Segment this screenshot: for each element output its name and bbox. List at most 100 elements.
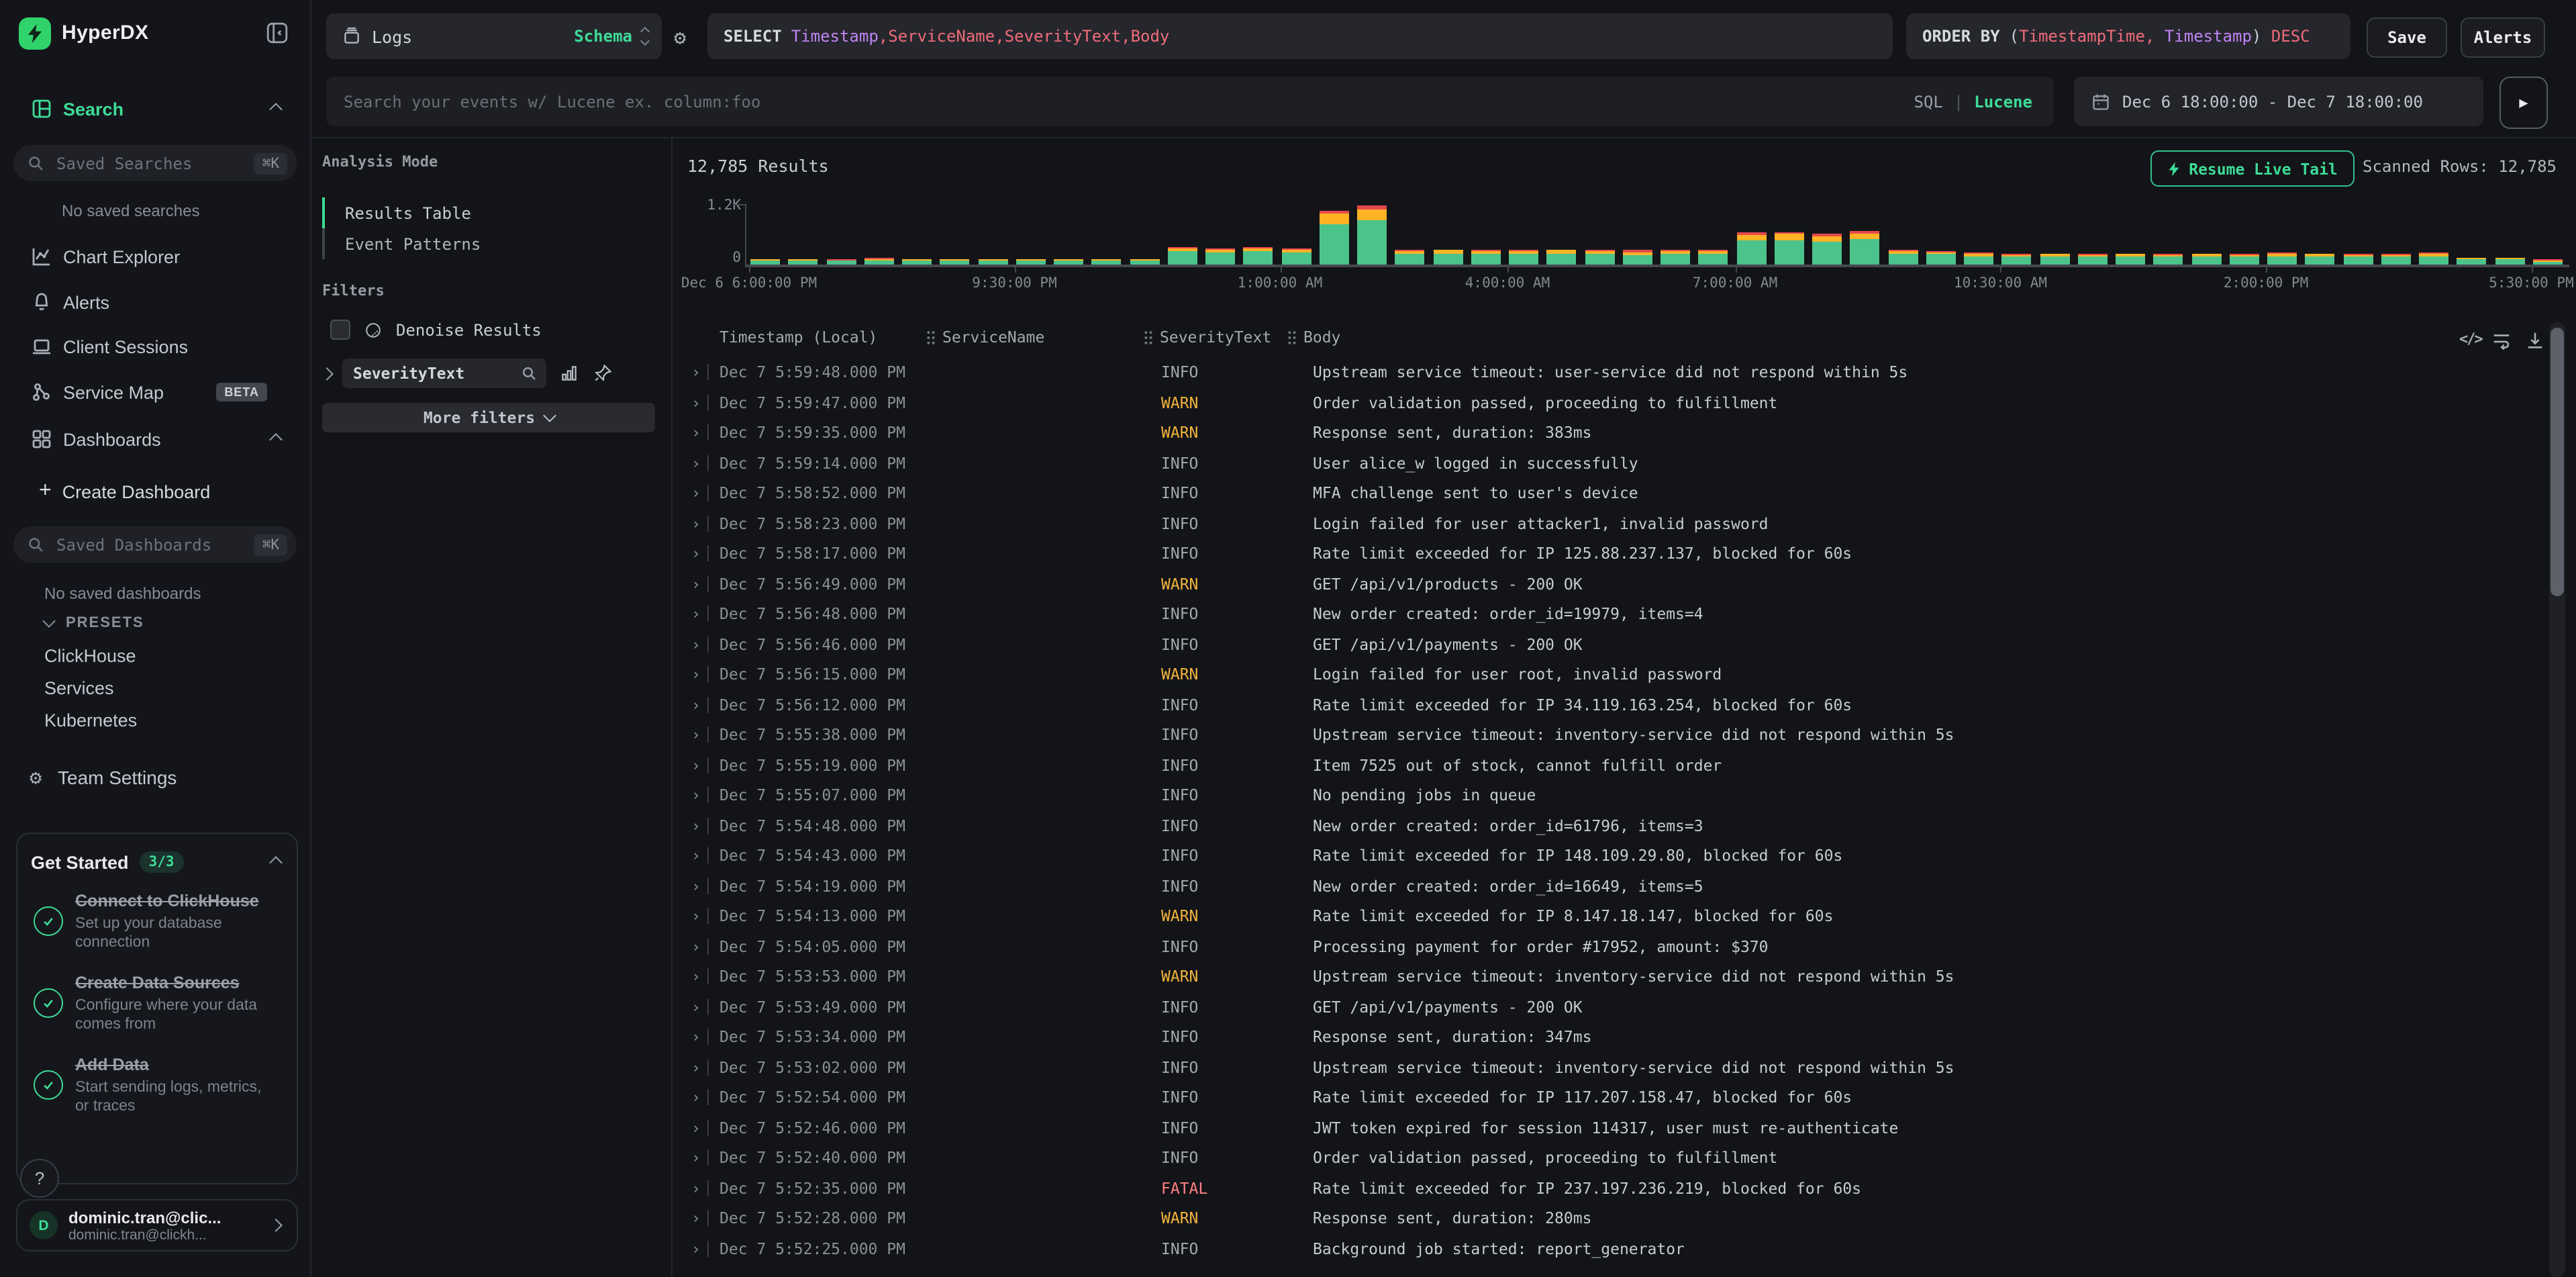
log-row[interactable]: ›Dec 7 5:58:52.000 PMINFOMFA challenge s… xyxy=(671,478,2545,508)
row-expand-chevron-icon[interactable]: › xyxy=(691,725,701,744)
chevron-up-icon[interactable] xyxy=(269,855,283,869)
log-row[interactable]: ›Dec 7 5:52:25.000 PMINFOBackground job … xyxy=(671,1233,2545,1264)
source-settings-gear-icon[interactable]: ⚙ xyxy=(674,26,686,50)
log-row[interactable]: ›Dec 7 5:52:54.000 PMINFORate limit exce… xyxy=(671,1082,2545,1113)
row-expand-chevron-icon[interactable]: › xyxy=(691,755,701,774)
column-header-body[interactable]: Body xyxy=(1287,328,1340,346)
user-menu[interactable]: D dominic.tran@clic... dominic.tran@clic… xyxy=(16,1199,298,1251)
sidebar-item-search[interactable]: Search xyxy=(0,89,310,129)
column-header-severitytext[interactable]: SeverityText xyxy=(1144,328,1271,346)
saved-dashboards-input[interactable]: Saved Dashboards ⌘K xyxy=(13,526,297,563)
log-row[interactable]: ›Dec 7 5:59:47.000 PMWARNOrder validatio… xyxy=(671,387,2545,418)
mode-event-patterns[interactable]: Event Patterns xyxy=(322,228,655,259)
time-range-picker[interactable]: Dec 6 18:00:00 - Dec 7 18:00:00 xyxy=(2074,77,2483,126)
column-header-timestamp-local-[interactable]: Timestamp (Local) xyxy=(720,328,877,346)
preset-dashboard-services[interactable]: Services xyxy=(44,671,137,704)
get-started-item[interactable]: Create Data SourcesConfigure where your … xyxy=(34,971,297,1034)
row-expand-chevron-icon[interactable]: › xyxy=(691,876,701,895)
row-expand-chevron-icon[interactable]: › xyxy=(691,997,701,1016)
row-expand-chevron-icon[interactable]: › xyxy=(691,604,701,623)
row-expand-chevron-icon[interactable]: › xyxy=(691,1088,701,1106)
row-expand-chevron-icon[interactable]: › xyxy=(691,1027,701,1046)
preset-dashboard-kubernetes[interactable]: Kubernetes xyxy=(44,704,137,736)
log-row[interactable]: ›Dec 7 5:53:53.000 PMWARNUpstream servic… xyxy=(671,961,2545,992)
mode-results-table[interactable]: Results Table xyxy=(322,197,655,228)
sql-toggle[interactable]: SQL xyxy=(1914,92,1942,111)
log-row[interactable]: ›Dec 7 5:56:15.000 PMWARNLogin failed fo… xyxy=(671,659,2545,690)
chevron-up-icon[interactable] xyxy=(269,432,283,446)
log-row[interactable]: ›Dec 7 5:55:19.000 PMINFOItem 7525 out o… xyxy=(671,750,2545,780)
log-row[interactable]: ›Dec 7 5:59:48.000 PMINFOUpstream servic… xyxy=(671,357,2545,387)
log-row[interactable]: ›Dec 7 5:55:07.000 PMINFONo pending jobs… xyxy=(671,780,2545,810)
saved-searches-input[interactable]: Saved Searches ⌘K xyxy=(13,145,297,181)
sidebar-collapse-icon[interactable] xyxy=(266,21,289,44)
row-expand-chevron-icon[interactable]: › xyxy=(691,514,701,532)
sidebar-item-client-sessions[interactable]: Client Sessions xyxy=(0,326,310,367)
row-expand-chevron-icon[interactable]: › xyxy=(691,423,701,442)
alerts-button[interactable]: Alerts xyxy=(2461,17,2545,58)
row-expand-chevron-icon[interactable]: › xyxy=(691,906,701,925)
wrap-text-icon[interactable] xyxy=(2491,330,2512,350)
log-row[interactable]: ›Dec 7 5:53:02.000 PMINFOUpstream servic… xyxy=(671,1052,2545,1082)
create-dashboard-button[interactable]: + Create Dashboard xyxy=(0,471,310,512)
lucene-toggle[interactable]: Lucene xyxy=(1974,92,2032,111)
source-select[interactable]: Logs Schema xyxy=(326,13,662,59)
log-row[interactable]: ›Dec 7 5:58:23.000 PMINFOLogin failed fo… xyxy=(671,508,2545,538)
row-expand-chevron-icon[interactable]: › xyxy=(691,1118,701,1137)
row-expand-chevron-icon[interactable]: › xyxy=(691,574,701,593)
row-expand-chevron-icon[interactable]: › xyxy=(691,1148,701,1167)
drag-handle-icon[interactable] xyxy=(1287,330,1297,344)
more-filters-button[interactable]: More filters xyxy=(322,403,655,432)
chart-toggle-icon[interactable] xyxy=(560,364,579,383)
log-row[interactable]: ›Dec 7 5:59:14.000 PMINFOUser alice_w lo… xyxy=(671,448,2545,478)
sidebar-item-alerts[interactable]: Alerts xyxy=(0,282,310,322)
preset-dashboard-clickhouse[interactable]: ClickHouse xyxy=(44,639,137,671)
denoise-checkbox[interactable] xyxy=(330,320,350,340)
presets-group-header[interactable]: PRESETS xyxy=(44,615,144,631)
log-row[interactable]: ›Dec 7 5:54:19.000 PMINFONew order creat… xyxy=(671,871,2545,901)
drag-handle-icon[interactable] xyxy=(926,330,936,344)
resume-live-tail-button[interactable]: Resume Live Tail xyxy=(2150,150,2355,187)
sidebar-item-dashboards[interactable]: Dashboards xyxy=(0,419,310,459)
sidebar-item-team-settings[interactable]: ⚙ Team Settings xyxy=(0,757,310,798)
log-row[interactable]: ›Dec 7 5:54:13.000 PMWARNRate limit exce… xyxy=(671,901,2545,931)
row-expand-chevron-icon[interactable]: › xyxy=(691,967,701,986)
row-expand-chevron-icon[interactable]: › xyxy=(691,1178,701,1197)
run-query-button[interactable]: ▶ xyxy=(2499,77,2548,129)
row-expand-chevron-icon[interactable]: › xyxy=(691,665,701,683)
sidebar-item-service-map[interactable]: Service Map BETA xyxy=(0,372,310,412)
log-row[interactable]: ›Dec 7 5:52:40.000 PMINFOOrder validatio… xyxy=(671,1143,2545,1173)
row-expand-chevron-icon[interactable]: › xyxy=(691,816,701,835)
search-icon[interactable] xyxy=(521,365,537,381)
log-row[interactable]: ›Dec 7 5:52:28.000 PMWARNResponse sent, … xyxy=(671,1203,2545,1233)
log-row[interactable]: ›Dec 7 5:53:49.000 PMINFOGET /api/v1/pay… xyxy=(671,992,2545,1022)
row-expand-chevron-icon[interactable]: › xyxy=(691,786,701,804)
get-started-item[interactable]: Connect to ClickHouseSet up your databas… xyxy=(34,889,297,952)
filter-group-expand-icon[interactable] xyxy=(320,367,334,380)
log-row[interactable]: ›Dec 7 5:52:46.000 PMINFOJWT token expir… xyxy=(671,1113,2545,1143)
help-button[interactable]: ? xyxy=(20,1159,59,1198)
log-row[interactable]: ›Dec 7 5:54:48.000 PMINFONew order creat… xyxy=(671,810,2545,841)
lucene-search-input[interactable]: Search your events w/ Lucene ex. column:… xyxy=(326,77,2054,126)
row-expand-chevron-icon[interactable]: › xyxy=(691,846,701,865)
filter-group-severitytext[interactable]: SeverityText xyxy=(342,359,546,388)
drag-handle-icon[interactable] xyxy=(1144,330,1153,344)
log-row[interactable]: ›Dec 7 5:52:35.000 PMFATALRate limit exc… xyxy=(671,1173,2545,1203)
log-row[interactable]: ›Dec 7 5:59:35.000 PMWARNResponse sent, … xyxy=(671,418,2545,448)
get-started-item[interactable]: Add DataStart sending logs, metrics, or … xyxy=(34,1053,297,1116)
sidebar-item-chart-explorer[interactable]: Chart Explorer xyxy=(0,236,310,277)
log-row[interactable]: ›Dec 7 5:58:17.000 PMINFORate limit exce… xyxy=(671,538,2545,569)
order-by-input[interactable]: ORDER BY (TimestampTime, Timestamp) DESC xyxy=(1906,13,2350,59)
download-icon[interactable] xyxy=(2525,330,2545,350)
row-expand-chevron-icon[interactable]: › xyxy=(691,1209,701,1227)
chevron-up-icon[interactable] xyxy=(269,102,283,115)
code-view-icon[interactable]: </> xyxy=(2459,330,2482,348)
scrollbar-track[interactable] xyxy=(2549,322,2565,1277)
row-expand-chevron-icon[interactable]: › xyxy=(691,937,701,955)
log-row[interactable]: ›Dec 7 5:55:38.000 PMINFOUpstream servic… xyxy=(671,720,2545,750)
log-row[interactable]: ›Dec 7 5:53:34.000 PMINFOResponse sent, … xyxy=(671,1022,2545,1052)
save-button[interactable]: Save xyxy=(2367,17,2447,58)
row-expand-chevron-icon[interactable]: › xyxy=(691,1239,701,1258)
row-expand-chevron-icon[interactable]: › xyxy=(691,483,701,502)
column-header-servicename[interactable]: ServiceName xyxy=(926,328,1044,346)
